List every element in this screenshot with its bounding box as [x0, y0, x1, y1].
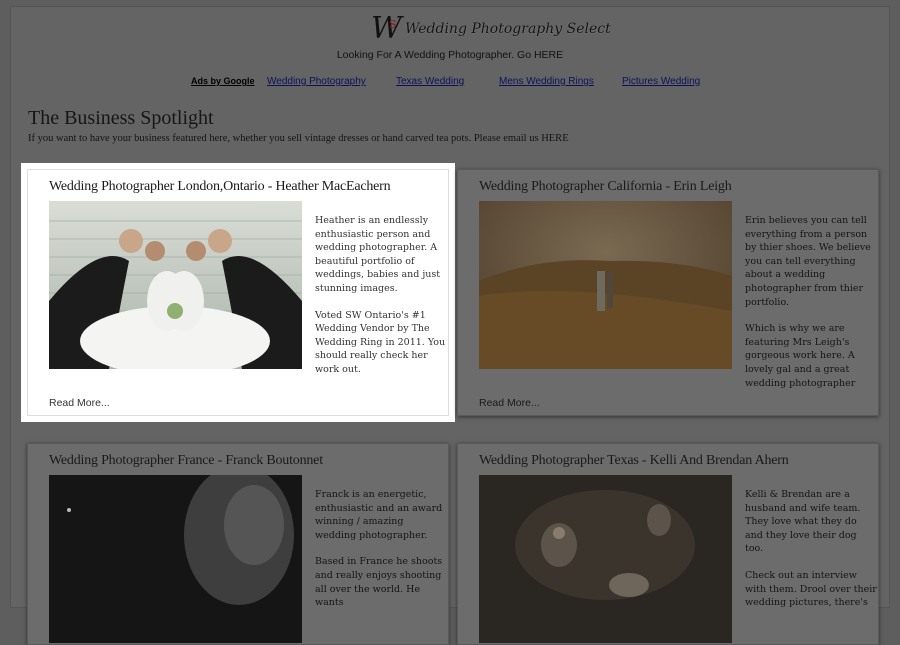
spotlight-card-franck[interactable]: Wedding Photographer France - Franck Bou… — [27, 443, 449, 645]
spotlight-description-text: If you want to have your business featur… — [28, 133, 539, 144]
spotlight-description: If you want to have your business featur… — [28, 133, 569, 144]
ad-link-pictures-wedding[interactable]: Pictures Wedding — [622, 76, 700, 87]
read-more-link[interactable]: Read More... — [479, 397, 540, 409]
card-photo[interactable] — [479, 475, 732, 643]
card-description: Kelli & Brendan are a husband and wife t… — [745, 489, 877, 609]
card-title[interactable]: Wedding Photographer London,Ontario - He… — [49, 179, 391, 195]
card-title[interactable]: Wedding Photographer California - Erin L… — [479, 179, 732, 195]
ad-link-wedding-photography[interactable]: Wedding Photography — [267, 76, 366, 87]
logo-mark-icon: WS — [371, 11, 402, 46]
card-photo[interactable] — [479, 201, 732, 369]
ad-link-texas-wedding[interactable]: Texas Wedding — [396, 76, 464, 87]
card-description: Erin believes you can tell everything fr… — [745, 215, 871, 389]
tagline-here-link[interactable]: HERE — [534, 49, 563, 61]
card-title[interactable]: Wedding Photographer Texas - Kelli And B… — [479, 453, 789, 469]
tagline: Looking For A Wedding Photographer. Go H… — [11, 49, 889, 61]
ads-by-google-label[interactable]: Ads by Google — [191, 76, 255, 86]
card-photo[interactable] — [49, 201, 302, 369]
ads-bar: Ads by Google Wedding Photography Texas … — [11, 76, 889, 90]
card-description: Heather is an endlessly enthusiastic per… — [315, 215, 446, 375]
spotlight-card-heather[interactable]: Wedding Photographer London,Ontario - He… — [27, 169, 449, 416]
spotlight-email-here-link[interactable]: HERE — [541, 133, 568, 144]
tagline-text: Looking For A Wedding Photographer. Go — [336, 49, 532, 61]
read-more-link[interactable]: Read More... — [49, 397, 110, 409]
site-logo[interactable]: WS Wedding Photography Select — [371, 13, 611, 45]
logo-text: Wedding Photography Select — [405, 21, 611, 37]
card-title[interactable]: Wedding Photographer France - Franck Bou… — [49, 453, 323, 469]
card-photo[interactable] — [49, 475, 302, 643]
spotlight-card-kelli-brendan[interactable]: Wedding Photographer Texas - Kelli And B… — [457, 443, 879, 645]
page-title: The Business Spotlight — [28, 107, 214, 129]
spotlight-card-erin[interactable]: Wedding Photographer California - Erin L… — [457, 169, 879, 416]
ad-link-mens-wedding-rings[interactable]: Mens Wedding Rings — [499, 76, 594, 87]
page-container: WS Wedding Photography Select Looking Fo… — [10, 6, 890, 645]
card-description: Franck is an energetic, enthusiastic and… — [315, 489, 443, 609]
